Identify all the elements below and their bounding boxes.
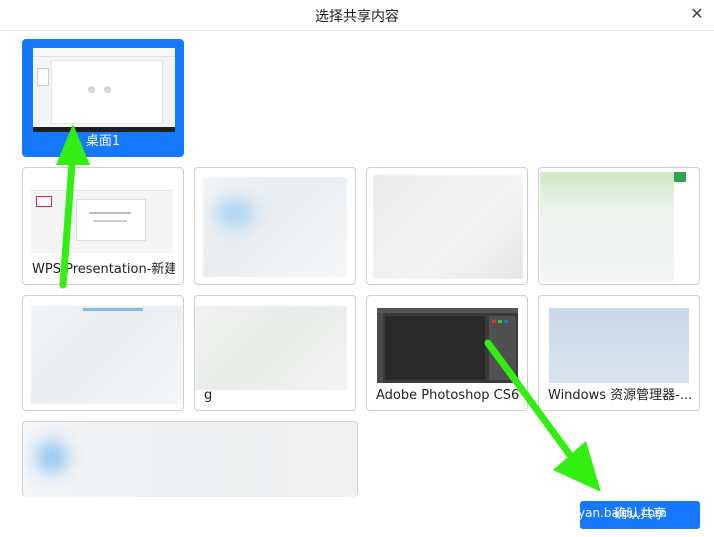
window-tile-blurred[interactable]	[538, 167, 700, 285]
window-tile-label: Windows 资源管理器-...	[548, 388, 691, 403]
blurred-thumbnail	[373, 175, 523, 279]
window-tile-label: WPS Presentation-新建...	[32, 262, 175, 277]
screen-tile-label: 桌面1	[85, 134, 121, 149]
photoshop-thumbnail	[377, 308, 518, 383]
blurred-thumbnail	[540, 172, 674, 282]
dialog-title: 选择共享内容	[315, 9, 399, 25]
window-tile-blurred[interactable]	[22, 421, 358, 497]
close-icon[interactable]: ✕	[688, 5, 706, 23]
screen-tile-desktop-1[interactable]: 桌面1	[22, 39, 184, 157]
window-tile-blurred[interactable]: g	[194, 295, 356, 411]
arrow-down-head	[553, 441, 601, 492]
confirm-share-button[interactable]: 确认共享	[580, 501, 700, 529]
explorer-thumbnail	[549, 308, 689, 383]
blurred-thumbnail	[203, 177, 347, 277]
blurred-thumbnail	[195, 306, 347, 390]
window-tile-wps[interactable]: WPS Presentation-新建...	[22, 167, 184, 285]
window-tile-blurred[interactable]	[194, 167, 356, 285]
window-tile-explorer[interactable]: Windows 资源管理器-...	[538, 295, 700, 411]
blurred-thumbnail	[31, 306, 183, 404]
dialog-titlebar: 选择共享内容 ✕	[0, 0, 714, 31]
window-tile-label: g	[204, 388, 213, 403]
window-tile-photoshop[interactable]: Adobe Photoshop CS6...	[366, 295, 528, 411]
window-tile-blurred[interactable]	[366, 167, 528, 285]
desktop-thumbnail	[33, 48, 175, 132]
window-tile-blurred[interactable]	[22, 295, 184, 411]
window-tile-label: Adobe Photoshop CS6...	[376, 388, 519, 403]
wps-thumbnail	[31, 181, 173, 253]
blurred-thumbnail	[23, 422, 357, 497]
